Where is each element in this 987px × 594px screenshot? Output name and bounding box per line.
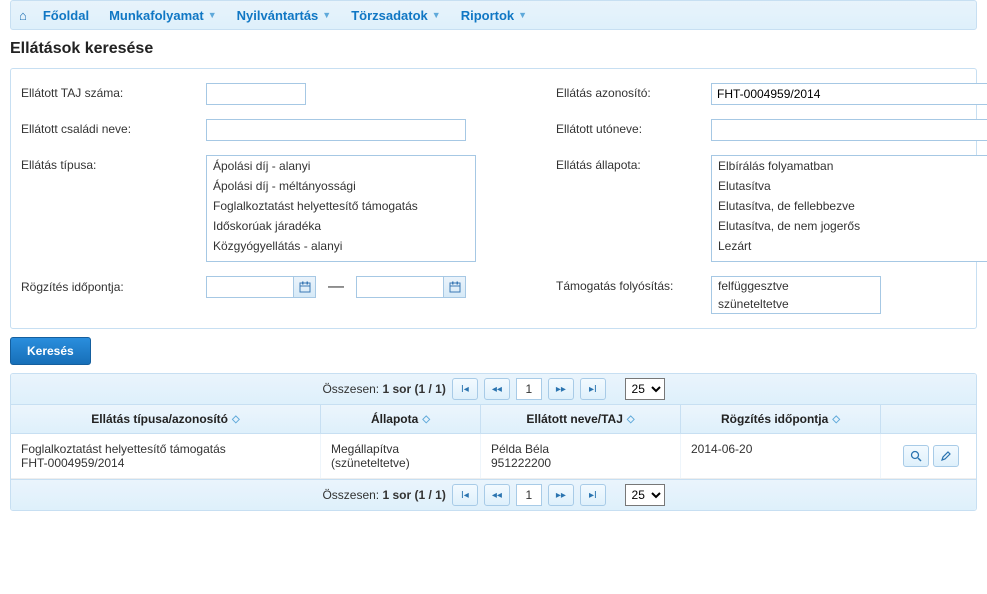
nav-label: Munkafolyamat xyxy=(109,8,204,23)
pager-pagesize-select[interactable]: 25 xyxy=(625,484,665,506)
pager-last-button[interactable]: ▸I xyxy=(580,484,606,506)
chevron-down-icon: ▼ xyxy=(518,10,527,20)
main-nav: ⌂ Főoldal Munkafolyamat ▼ Nyilvántartás … xyxy=(10,0,977,30)
tipus-label: Ellátás típusa: xyxy=(21,155,206,172)
tipus-option[interactable]: Időskorúak járadéka xyxy=(207,216,475,236)
folyositas-option[interactable]: szüneteltetve xyxy=(712,295,880,313)
pager-prev-button[interactable]: ◂◂ xyxy=(484,378,510,400)
csaladi-label: Ellátott családi neve: xyxy=(21,119,206,136)
cell-date: 2014-06-20 xyxy=(681,434,881,478)
nav-reports[interactable]: Riportok ▼ xyxy=(451,8,537,23)
pager-page-number[interactable]: 1 xyxy=(516,378,542,400)
pager-last-button[interactable]: ▸I xyxy=(580,378,606,400)
nav-masterdata[interactable]: Törzsadatok ▼ xyxy=(341,8,451,23)
cell-allapot: Megállapítva (szüneteltetve) xyxy=(321,434,481,478)
chevron-down-icon: ▼ xyxy=(208,10,217,20)
pager-bottom: Összesen: 1 sor (1 / 1) I◂ ◂◂ 1 ▸▸ ▸I 25 xyxy=(11,479,976,510)
pager-next-button[interactable]: ▸▸ xyxy=(548,484,574,506)
allapota-label: Ellátás állapota: xyxy=(556,155,711,172)
tipus-select[interactable]: Ápolási díj - alanyi Ápolási díj - méltá… xyxy=(206,155,476,262)
th-allapot[interactable]: Állapota ◇ xyxy=(321,405,481,433)
pager-top: Összesen: 1 sor (1 / 1) I◂ ◂◂ 1 ▸▸ ▸I 25 xyxy=(11,374,976,405)
edit-button[interactable] xyxy=(933,445,959,467)
tipus-option[interactable]: Ápolási díj - méltányossági xyxy=(207,176,475,196)
pager-summary: Összesen: 1 sor (1 / 1) xyxy=(322,488,445,502)
calendar-icon[interactable] xyxy=(293,277,315,297)
pager-first-button[interactable]: I◂ xyxy=(452,378,478,400)
home-icon[interactable]: ⌂ xyxy=(19,8,27,23)
pager-first-button[interactable]: I◂ xyxy=(452,484,478,506)
th-tipus[interactable]: Ellátás típusa/azonosító ◇ xyxy=(11,405,321,433)
allapota-select[interactable]: Elbírálás folyamatban Elutasítva Elutasí… xyxy=(711,155,987,262)
view-button[interactable] xyxy=(903,445,929,467)
date-range-separator: — xyxy=(326,278,346,296)
utoneve-label: Ellátott utóneve: xyxy=(556,119,711,136)
nav-label: Főoldal xyxy=(43,8,89,23)
table-header-row: Ellátás típusa/azonosító ◇ Állapota ◇ El… xyxy=(11,405,976,434)
folyositas-option[interactable]: felfüggesztve xyxy=(712,277,880,295)
th-date[interactable]: Rögzítés időpontja ◇ xyxy=(681,405,881,433)
search-button[interactable]: Keresés xyxy=(10,337,91,365)
sort-icon: ◇ xyxy=(422,414,430,425)
taj-label: Ellátott TAJ száma: xyxy=(21,83,206,100)
tipus-option[interactable]: Foglalkoztatást helyettesítő támogatás xyxy=(207,196,475,216)
sort-icon: ◇ xyxy=(232,414,240,425)
tipus-option[interactable]: Közgyógyellátás - alanyi xyxy=(207,236,475,256)
allapota-option[interactable]: Elutasítva xyxy=(712,176,987,196)
nav-label: Nyilvántartás xyxy=(237,8,319,23)
nav-workflow[interactable]: Munkafolyamat ▼ xyxy=(99,8,227,23)
azon-label: Ellátás azonosító: xyxy=(556,83,711,100)
cell-nev: Példa Béla 951222200 xyxy=(481,434,681,478)
taj-input[interactable] xyxy=(206,83,306,105)
utoneve-input[interactable] xyxy=(711,119,987,141)
page-title: Ellátások keresése xyxy=(10,40,977,58)
rogz-label: Rögzítés időpontja: xyxy=(21,276,206,294)
csaladi-input[interactable] xyxy=(206,119,466,141)
search-form-panel: Ellátott TAJ száma: Ellátás azonosító: E… xyxy=(10,68,977,329)
cell-tipus: Foglalkoztatást helyettesítő támogatás F… xyxy=(11,434,321,478)
nav-label: Törzsadatok xyxy=(351,8,428,23)
allapota-option[interactable]: Lezárt xyxy=(712,236,987,256)
nav-label: Riportok xyxy=(461,8,514,23)
chevron-down-icon: ▼ xyxy=(432,10,441,20)
calendar-icon[interactable] xyxy=(443,277,465,297)
pager-summary: Összesen: 1 sor (1 / 1) xyxy=(322,382,445,396)
allapota-option[interactable]: Elutasítva, de nem jogerős xyxy=(712,216,987,236)
pager-next-button[interactable]: ▸▸ xyxy=(548,378,574,400)
azon-input[interactable] xyxy=(711,83,987,105)
magnifier-icon xyxy=(910,450,922,462)
pager-prev-button[interactable]: ◂◂ xyxy=(484,484,510,506)
th-actions xyxy=(881,405,977,433)
nav-home[interactable]: Főoldal xyxy=(33,8,99,23)
cell-actions xyxy=(881,434,977,478)
pager-page-number[interactable]: 1 xyxy=(516,484,542,506)
allapota-option[interactable]: Elbírálás folyamatban xyxy=(712,156,987,176)
folyositas-label: Támogatás folyósítás: xyxy=(556,276,711,293)
allapota-option[interactable]: Elutasítva, de fellebbezve xyxy=(712,196,987,216)
pager-pagesize-select[interactable]: 25 xyxy=(625,378,665,400)
folyositas-select[interactable]: felfüggesztve szüneteltetve xyxy=(711,276,881,314)
nav-registry[interactable]: Nyilvántartás ▼ xyxy=(227,8,342,23)
pencil-icon xyxy=(940,450,952,462)
sort-icon: ◇ xyxy=(627,414,635,425)
sort-icon: ◇ xyxy=(832,414,840,425)
table-row: Foglalkoztatást helyettesítő támogatás F… xyxy=(11,434,976,479)
tipus-option[interactable]: Ápolási díj - alanyi xyxy=(207,156,475,176)
th-nev[interactable]: Ellátott neve/TAJ ◇ xyxy=(481,405,681,433)
results-table: Összesen: 1 sor (1 / 1) I◂ ◂◂ 1 ▸▸ ▸I 25… xyxy=(10,373,977,511)
chevron-down-icon: ▼ xyxy=(322,10,331,20)
